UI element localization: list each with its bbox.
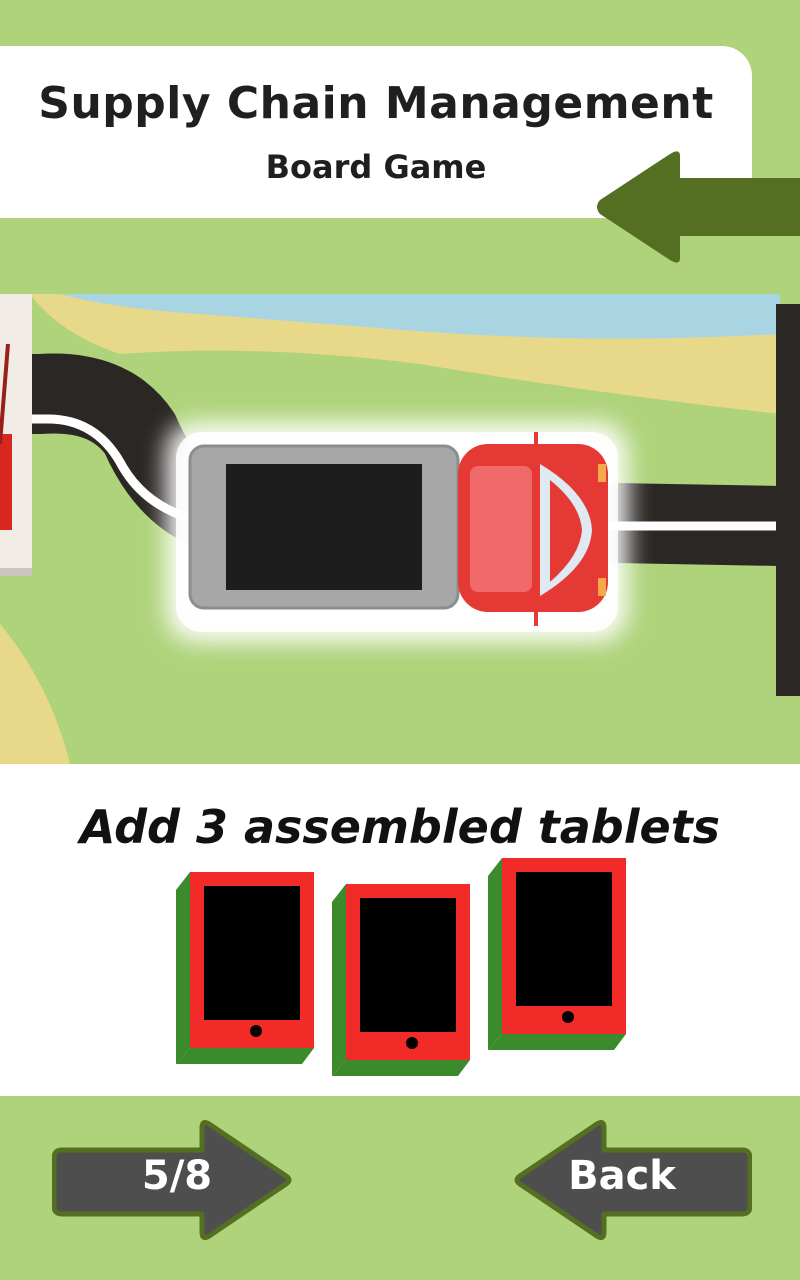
tablet-icon	[176, 872, 314, 1064]
delivery-truck	[188, 432, 608, 626]
game-title: Supply Chain Management	[38, 78, 714, 129]
instruction-text: Add 3 assembled tablets	[79, 800, 721, 854]
tablet-icon	[332, 884, 470, 1076]
left-arrow-icon[interactable]	[596, 148, 800, 266]
next-button[interactable]: 5/8	[52, 1118, 296, 1242]
tablet-icon	[488, 858, 626, 1050]
board-scene	[0, 294, 800, 764]
back-button[interactable]: Back	[512, 1118, 752, 1242]
back-label: Back	[568, 1153, 676, 1199]
progress-label: 5/8	[141, 1153, 213, 1199]
